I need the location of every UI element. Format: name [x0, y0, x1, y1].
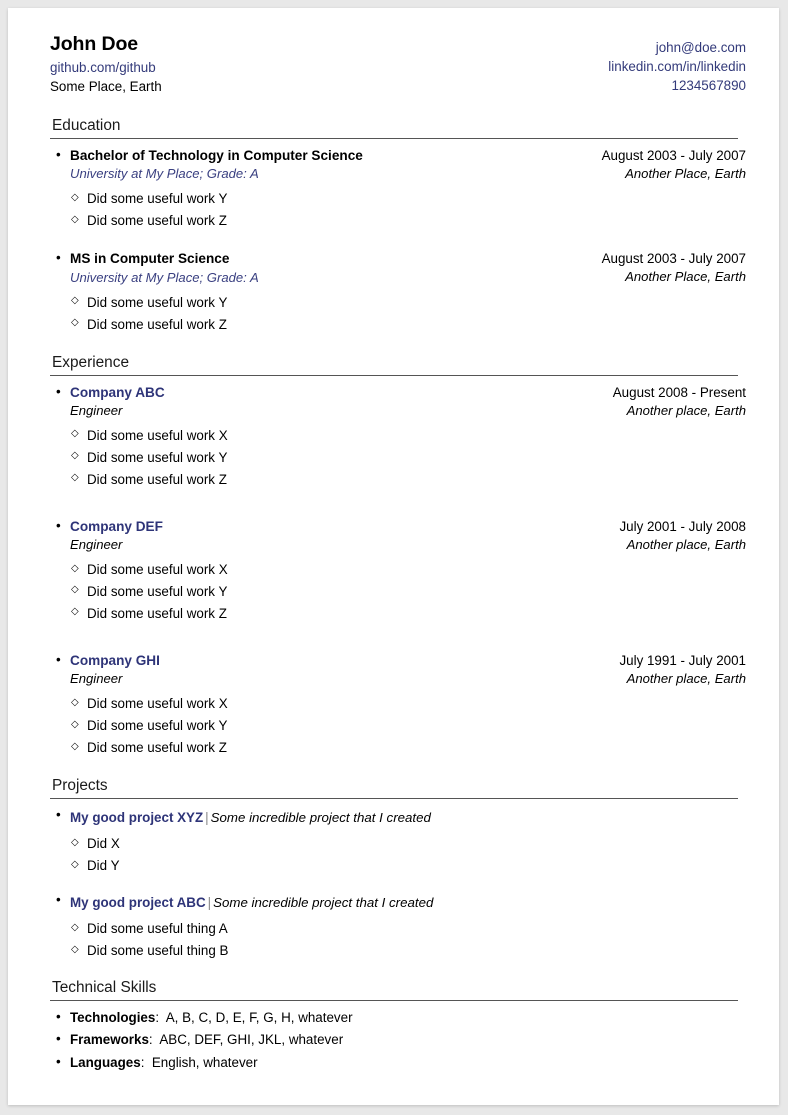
list-item: Did some useful work Z: [50, 738, 746, 759]
education-bullet-list: Did some useful work Y Did some useful w…: [50, 189, 746, 232]
education-institution: University at My Place; Grade: A: [70, 269, 259, 285]
experience-entry: Company ABC Engineer August 2008 - Prese…: [50, 382, 746, 491]
list-item: Did Y: [50, 856, 746, 877]
project-title: My good project XYZ: [70, 809, 204, 825]
list-item: Did some useful work Z: [50, 604, 746, 625]
experience-location: Another place, Earth: [626, 670, 746, 686]
resume-document: John Doe github.com/github Some Place, E…: [8, 8, 779, 1105]
experience-entry: Company GHI Engineer July 1991 - July 20…: [50, 650, 746, 759]
github-link[interactable]: github.com/github: [50, 58, 162, 77]
experience-bullet-list: Did some useful work X Did some useful w…: [50, 694, 746, 759]
experience-company: Company GHI: [70, 652, 160, 668]
list-item: Did some useful work Y: [50, 448, 746, 469]
experience-bullet-list: Did some useful work X Did some useful w…: [50, 426, 746, 491]
linkedin-link[interactable]: linkedin.com/in/linkedin: [608, 57, 746, 76]
project-bullet-list: Did some useful thing A Did some useful …: [50, 919, 746, 962]
experience-date: July 2001 - July 2008: [619, 518, 746, 534]
experience-entry: Company DEF Engineer July 2001 - July 20…: [50, 516, 746, 625]
experience-date: August 2008 - Present: [612, 384, 746, 400]
section-heading-projects: Projects: [52, 776, 108, 794]
experience-location: Another place, Earth: [626, 402, 746, 418]
skill-colon: :: [140, 1054, 145, 1070]
experience-role: Engineer: [70, 537, 123, 553]
skill-category: Frameworks: [70, 1032, 149, 1048]
skill-colon: :: [148, 1032, 153, 1048]
page-title: John Doe: [50, 33, 139, 55]
section-divider: [50, 999, 738, 1001]
section-education: Education Bachelor of Technology in Comp…: [50, 116, 746, 335]
skill-row: Technologies: A, B, C, D, E, F, G, H, wh…: [50, 1007, 746, 1028]
section-experience: Experience Company ABC Engineer August 2…: [50, 353, 746, 759]
list-item: Did some useful work Y: [50, 582, 746, 603]
experience-company: Company DEF: [70, 518, 163, 534]
education-date: August 2003 - July 2007: [601, 251, 746, 267]
header-identity: John Doe github.com/github Some Place, E…: [50, 32, 162, 96]
list-item: Did some useful work X: [50, 694, 746, 715]
education-location: Another Place, Earth: [625, 166, 746, 182]
experience-date: July 1991 - July 2001: [619, 652, 746, 668]
skill-colon: :: [155, 1009, 160, 1025]
resume-header: John Doe github.com/github Some Place, E…: [50, 32, 746, 96]
skill-values: English, whatever: [151, 1054, 258, 1070]
section-divider: [50, 797, 738, 799]
list-item: Did some useful work Y: [50, 189, 746, 210]
experience-location: Another place, Earth: [626, 536, 746, 552]
skill-category: Languages: [70, 1054, 141, 1070]
list-item: Did some useful work X: [50, 560, 746, 581]
list-item: Did some useful work X: [50, 426, 746, 447]
project-title: My good project ABC: [70, 894, 206, 910]
education-degree: Bachelor of Technology in Computer Scien…: [70, 148, 363, 164]
skill-values: A, B, C, D, E, F, G, H, whatever: [165, 1009, 353, 1025]
list-item: Did X: [50, 834, 746, 855]
education-degree: MS in Computer Science: [70, 251, 230, 267]
project-entry: My good project XYZ|Some incredible proj…: [50, 805, 746, 877]
experience-role: Engineer: [70, 671, 123, 687]
list-item: Did some useful thing A: [50, 919, 746, 940]
section-divider: [50, 138, 738, 140]
section-heading-education: Education: [52, 117, 121, 135]
phone-number[interactable]: 1234567890: [608, 76, 746, 95]
education-location: Another Place, Earth: [625, 269, 746, 285]
project-bullet-list: Did X Did Y: [50, 834, 746, 877]
list-item: Did some useful work Z: [50, 470, 746, 491]
skill-row: Languages: English, whatever: [50, 1052, 746, 1073]
education-entry: MS in Computer Science University at My …: [50, 248, 746, 336]
section-technical-skills: Technical Skills Technologies: A, B, C, …: [50, 978, 746, 1073]
list-item: Did some useful work Y: [50, 293, 746, 314]
education-institution: University at My Place; Grade: A: [70, 166, 259, 182]
section-heading-experience: Experience: [52, 353, 129, 371]
skills-list: Technologies: A, B, C, D, E, F, G, H, wh…: [50, 1007, 746, 1073]
experience-bullet-list: Did some useful work X Did some useful w…: [50, 560, 746, 625]
project-description: Some incredible project that I created: [213, 894, 434, 910]
education-entry: Bachelor of Technology in Computer Scien…: [50, 145, 746, 232]
education-bullet-list: Did some useful work Y Did some useful w…: [50, 293, 746, 336]
list-item: Did some useful work Y: [50, 716, 746, 737]
project-description: Some incredible project that I created: [210, 809, 431, 825]
project-separator: |: [205, 809, 209, 825]
list-item: Did some useful work Z: [50, 315, 746, 336]
list-item: Did some useful thing B: [50, 941, 746, 962]
project-entry: My good project ABC|Some incredible proj…: [50, 890, 746, 962]
experience-role: Engineer: [70, 402, 123, 418]
project-separator: |: [207, 894, 212, 910]
skill-values: ABC, DEF, GHI, JKL, whatever: [159, 1032, 344, 1048]
home-location: Some Place, Earth: [50, 78, 162, 94]
skill-row: Frameworks: ABC, DEF, GHI, JKL, whatever: [50, 1029, 746, 1050]
experience-company: Company ABC: [70, 384, 165, 400]
skill-category: Technologies: [70, 1009, 156, 1025]
section-divider: [50, 374, 738, 376]
section-projects: Projects My good project XYZ|Some incred…: [50, 776, 746, 962]
header-contact: john@doe.com linkedin.com/in/linkedin 12…: [608, 32, 746, 95]
list-item: Did some useful work Z: [50, 211, 746, 232]
education-date: August 2003 - July 2007: [601, 148, 746, 164]
email-link[interactable]: john@doe.com: [608, 38, 746, 57]
section-heading-skills: Technical Skills: [52, 978, 157, 996]
